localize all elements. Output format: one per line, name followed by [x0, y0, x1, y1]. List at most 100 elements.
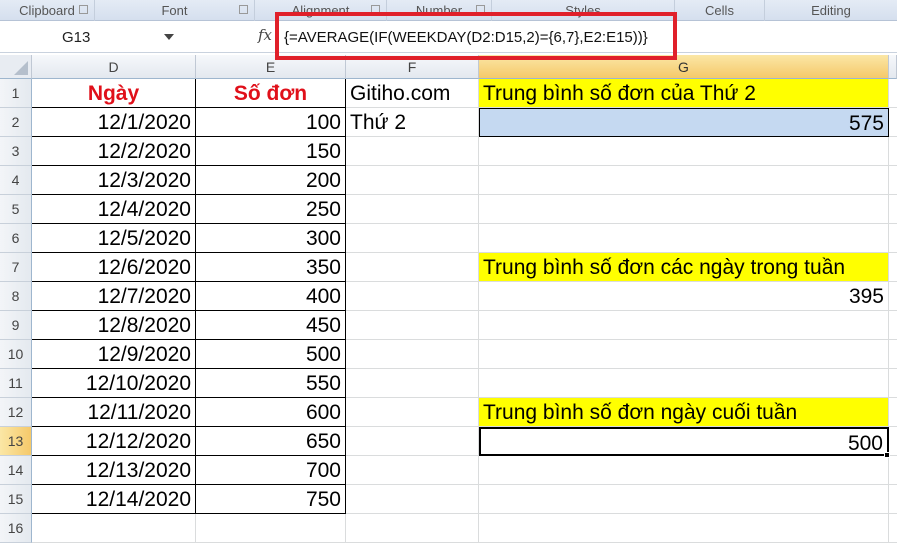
- cell-d16[interactable]: [32, 514, 196, 543]
- cell-f16[interactable]: [346, 514, 479, 543]
- cell-d3[interactable]: 12/2/2020: [32, 137, 196, 166]
- cell-h13[interactable]: [889, 427, 897, 456]
- cell-g2[interactable]: 575: [479, 108, 889, 137]
- row-header[interactable]: 13: [0, 427, 32, 456]
- cell-d9[interactable]: 12/8/2020: [32, 311, 196, 340]
- column-header-d[interactable]: D: [32, 55, 196, 79]
- cell-h11[interactable]: [889, 369, 897, 398]
- cell-d8[interactable]: 12/7/2020: [32, 282, 196, 311]
- row-header[interactable]: 7: [0, 253, 32, 282]
- cell-g8[interactable]: 395: [479, 282, 889, 311]
- row-header[interactable]: 3: [0, 137, 32, 166]
- cell-e3[interactable]: 150: [196, 137, 346, 166]
- row-header[interactable]: 15: [0, 485, 32, 514]
- cell-f13[interactable]: [346, 427, 479, 456]
- cell-g16[interactable]: [479, 514, 889, 543]
- dialog-launcher-icon[interactable]: [79, 5, 88, 14]
- cell-h9[interactable]: [889, 311, 897, 340]
- cell-d7[interactable]: 12/6/2020: [32, 253, 196, 282]
- cell-g11[interactable]: [479, 369, 889, 398]
- column-header-h[interactable]: [889, 55, 897, 79]
- cell-e9[interactable]: 450: [196, 311, 346, 340]
- cell-h14[interactable]: [889, 456, 897, 485]
- row-header[interactable]: 11: [0, 369, 32, 398]
- cell-e1[interactable]: Số đơn: [196, 79, 346, 108]
- cell-f10[interactable]: [346, 340, 479, 369]
- row-header[interactable]: 5: [0, 195, 32, 224]
- cell-e16[interactable]: [196, 514, 346, 543]
- cell-f11[interactable]: [346, 369, 479, 398]
- row-header[interactable]: 12: [0, 398, 32, 427]
- cell-g5[interactable]: [479, 195, 889, 224]
- cell-g3[interactable]: [479, 137, 889, 166]
- cell-e15[interactable]: 750: [196, 485, 346, 514]
- cell-e4[interactable]: 200: [196, 166, 346, 195]
- cell-h7[interactable]: [889, 253, 897, 282]
- cell-h10[interactable]: [889, 340, 897, 369]
- cell-e13[interactable]: 650: [196, 427, 346, 456]
- cell-f8[interactable]: [346, 282, 479, 311]
- cell-e2[interactable]: 100: [196, 108, 346, 137]
- row-header[interactable]: 4: [0, 166, 32, 195]
- cell-e10[interactable]: 500: [196, 340, 346, 369]
- cell-g10[interactable]: [479, 340, 889, 369]
- cell-d4[interactable]: 12/3/2020: [32, 166, 196, 195]
- cell-h8[interactable]: [889, 282, 897, 311]
- cell-d10[interactable]: 12/9/2020: [32, 340, 196, 369]
- cell-e11[interactable]: 550: [196, 369, 346, 398]
- cell-e8[interactable]: 400: [196, 282, 346, 311]
- cell-e12[interactable]: 600: [196, 398, 346, 427]
- cell-d11[interactable]: 12/10/2020: [32, 369, 196, 398]
- cell-h16[interactable]: [889, 514, 897, 543]
- cell-h12[interactable]: [889, 398, 897, 427]
- row-header[interactable]: 16: [0, 514, 32, 543]
- cell-d14[interactable]: 12/13/2020: [32, 456, 196, 485]
- function-icon[interactable]: fx: [258, 26, 272, 44]
- cell-d2[interactable]: 12/1/2020: [32, 108, 196, 137]
- cell-h4[interactable]: [889, 166, 897, 195]
- row-header[interactable]: 1: [0, 79, 32, 108]
- dialog-launcher-icon[interactable]: [239, 5, 248, 14]
- cell-f5[interactable]: [346, 195, 479, 224]
- row-header[interactable]: 10: [0, 340, 32, 369]
- cell-f12[interactable]: [346, 398, 479, 427]
- cell-g9[interactable]: [479, 311, 889, 340]
- cell-f14[interactable]: [346, 456, 479, 485]
- cell-f9[interactable]: [346, 311, 479, 340]
- cell-e5[interactable]: 250: [196, 195, 346, 224]
- cell-g6[interactable]: [479, 224, 889, 253]
- cell-g12[interactable]: Trung bình số đơn ngày cuối tuần: [479, 398, 889, 427]
- name-box[interactable]: G13: [0, 24, 180, 51]
- row-header[interactable]: 14: [0, 456, 32, 485]
- cell-f4[interactable]: [346, 166, 479, 195]
- cell-h2[interactable]: [889, 108, 897, 137]
- cell-e14[interactable]: 700: [196, 456, 346, 485]
- cell-h3[interactable]: [889, 137, 897, 166]
- chevron-down-icon[interactable]: [164, 34, 174, 40]
- cell-f1[interactable]: Gitiho.com: [346, 79, 479, 108]
- fill-handle[interactable]: [884, 452, 890, 458]
- cell-d6[interactable]: 12/5/2020: [32, 224, 196, 253]
- cell-f6[interactable]: [346, 224, 479, 253]
- cell-g1[interactable]: Trung bình số đơn của Thứ 2: [479, 79, 889, 108]
- cell-g14[interactable]: [479, 456, 889, 485]
- cell-h15[interactable]: [889, 485, 897, 514]
- cell-f2[interactable]: Thứ 2: [346, 108, 479, 137]
- cell-f3[interactable]: [346, 137, 479, 166]
- cell-e7[interactable]: 350: [196, 253, 346, 282]
- cell-h5[interactable]: [889, 195, 897, 224]
- row-header[interactable]: 6: [0, 224, 32, 253]
- cell-d12[interactable]: 12/11/2020: [32, 398, 196, 427]
- cell-g13[interactable]: 500: [479, 427, 889, 456]
- cell-d1[interactable]: Ngày: [32, 79, 196, 108]
- cell-d13[interactable]: 12/12/2020: [32, 427, 196, 456]
- cell-h1[interactable]: [889, 79, 897, 108]
- row-header[interactable]: 8: [0, 282, 32, 311]
- cell-f15[interactable]: [346, 485, 479, 514]
- cell-g4[interactable]: [479, 166, 889, 195]
- cell-f7[interactable]: [346, 253, 479, 282]
- cell-e6[interactable]: 300: [196, 224, 346, 253]
- cell-d5[interactable]: 12/4/2020: [32, 195, 196, 224]
- row-header[interactable]: 2: [0, 108, 32, 137]
- cell-d15[interactable]: 12/14/2020: [32, 485, 196, 514]
